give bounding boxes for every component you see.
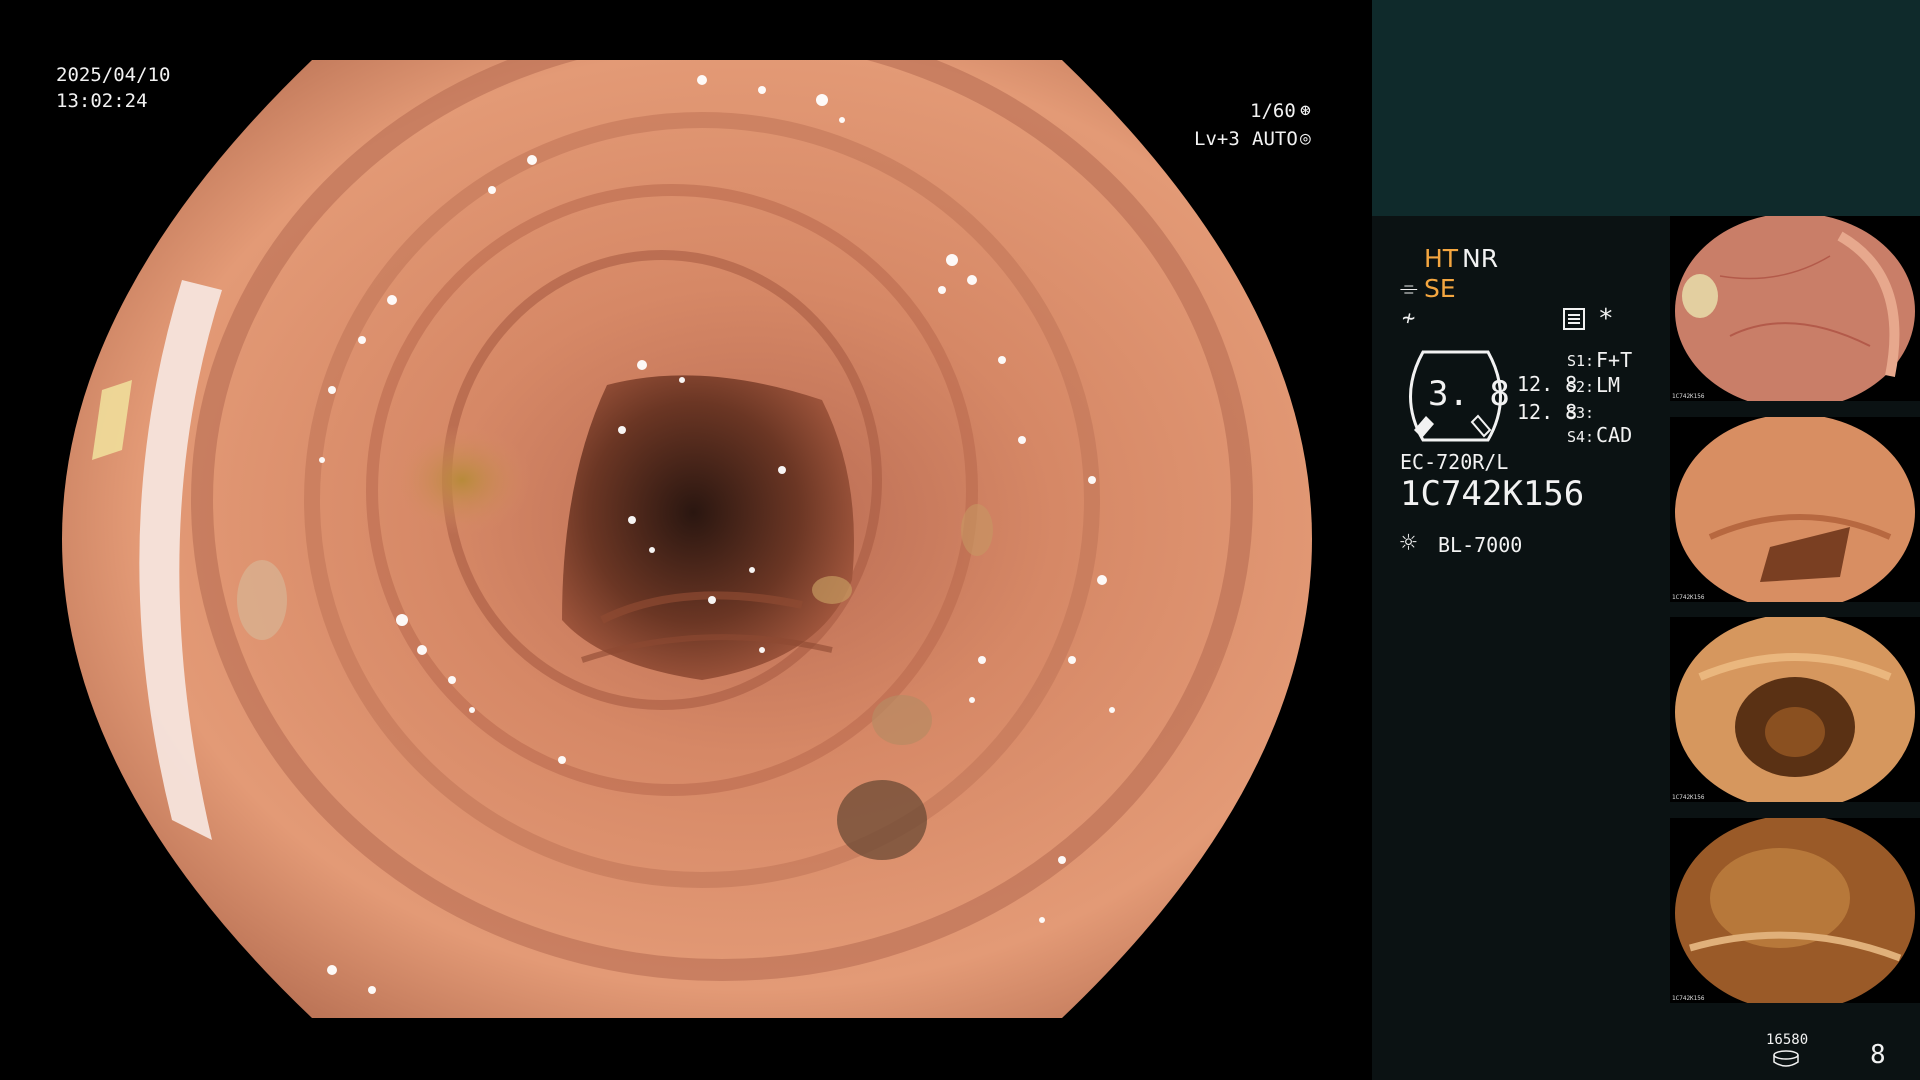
scope-serial: 1C742K156 xyxy=(1400,474,1585,514)
exam-time: 13:02:24 xyxy=(56,90,148,112)
panel-header xyxy=(1372,0,1920,216)
switch-4-value: CAD xyxy=(1596,423,1633,447)
switch-2-label: S2: xyxy=(1567,378,1595,396)
shutter-icon: ⊛ xyxy=(1300,100,1311,121)
switch-4-label: S4: xyxy=(1567,428,1595,446)
endoscopic-image xyxy=(62,60,1312,1018)
zoom-value: 3. 8 xyxy=(1428,374,1510,414)
color-mode-icon: ≁ xyxy=(1402,306,1416,331)
thumbnail-3[interactable]: 1C742K156 xyxy=(1670,617,1920,802)
shutter-speed: 1/60 xyxy=(1250,100,1296,122)
endoscopic-image-thumbnail-icon: 1C742K156 xyxy=(1672,216,1915,401)
iris-mode: AUTO xyxy=(1252,128,1298,150)
thumbnail-1[interactable]: 1C742K156 xyxy=(1670,216,1920,401)
switch-1-value: F+T xyxy=(1596,348,1633,372)
endoscopic-image-thumbnail-icon: 1C742K156 xyxy=(1672,417,1915,602)
thumbnail-serial: 1C742K156 xyxy=(1672,594,1705,601)
thumbnail-serial: 1C742K156 xyxy=(1672,794,1705,801)
storage-count: 16580 xyxy=(1766,1032,1809,1048)
light-source: BL-7000 xyxy=(1438,533,1523,557)
endoscope-view: 2025/04/10 13:02:24 1/60 ⊛ Lv+3 AUTO ◎ xyxy=(0,0,1372,1080)
brightness-level: Lv+3 xyxy=(1194,128,1240,150)
thumbnail-2[interactable]: 1C742K156 xyxy=(1670,417,1920,602)
exam-date: 2025/04/10 xyxy=(56,64,171,86)
switch-1-label: S1: xyxy=(1567,352,1595,370)
switch-3-label: S3: xyxy=(1567,404,1595,422)
endoscopic-image-thumbnail-icon: 1C742K156 xyxy=(1672,818,1915,1003)
thumbnail-serial: 1C742K156 xyxy=(1672,995,1705,1002)
settings-list-icon xyxy=(1563,308,1585,330)
storage-disk-icon xyxy=(1773,1050,1799,1067)
mode-nr: NR xyxy=(1462,244,1499,273)
switch-2-value: LM xyxy=(1596,373,1621,397)
iris-icon: ◎ xyxy=(1300,128,1311,149)
mode-ht: HT xyxy=(1424,244,1459,273)
light-source-icon: ☼ xyxy=(1400,526,1417,559)
asterisk-indicator: * xyxy=(1598,304,1614,334)
endoscopic-image-thumbnail-icon: 1C742K156 xyxy=(1672,617,1915,802)
scope-model: EC-720R/L xyxy=(1400,450,1509,474)
mode-se: SE xyxy=(1424,274,1456,303)
thumbnail-serial: 1C742K156 xyxy=(1672,393,1705,400)
structure-enhance-icon: ⌯ xyxy=(1400,276,1418,301)
image-count: 8 xyxy=(1870,1040,1886,1070)
thumbnail-4[interactable]: 1C742K156 xyxy=(1670,818,1920,1003)
